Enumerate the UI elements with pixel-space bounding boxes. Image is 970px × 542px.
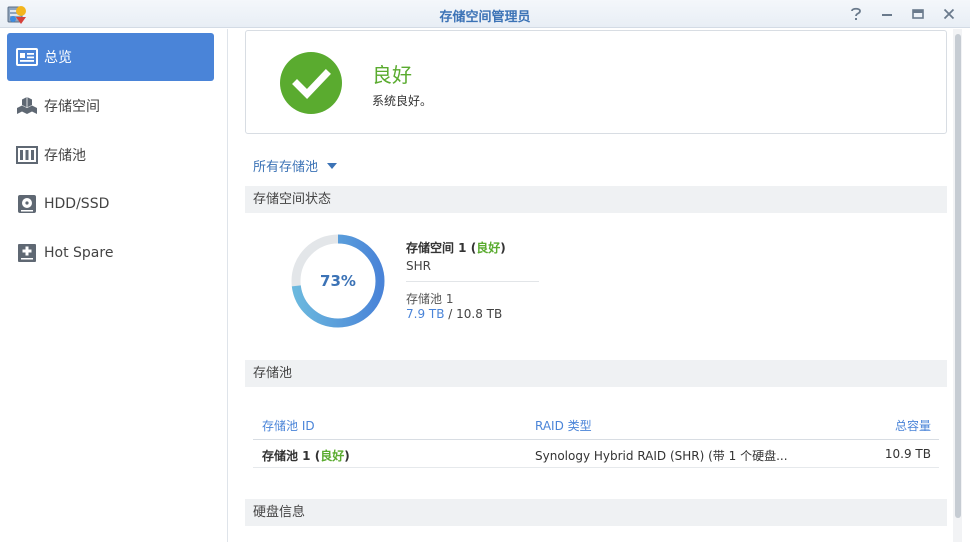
volume-status: 良好 (476, 241, 501, 255)
total-capacity: 10.8 TB (456, 307, 503, 321)
volume-pool: 存储池 1 (406, 292, 454, 306)
paren-close: ) (344, 449, 350, 463)
volume-icon (16, 95, 38, 117)
status-good-indicator (280, 52, 342, 114)
title-bar: 存储空间管理员 (0, 0, 970, 28)
column-header-capacity[interactable]: 总容量 (895, 417, 931, 434)
sidebar-item-label: 总览 (44, 50, 72, 66)
main-content: 良好 系统良好。 所有存储池 存储空间状态 73% 存储空间 1 (良好) SH… (229, 29, 951, 542)
sidebar-item-label: 存储空间 (44, 99, 100, 115)
sidebar-item-label: Hot Spare (44, 245, 114, 261)
table-row[interactable]: 存储池 1 (良好) Synology Hybrid RAID (SHR) (带… (253, 440, 939, 468)
usage-percent: 73% (320, 272, 356, 290)
pool-raid-cell: Synology Hybrid RAID (SHR) (带 1 个硬盘... (535, 449, 788, 463)
sidebar: 总览 存储空间 存储池 HDD/SSD Hot Spare (0, 29, 228, 542)
storage-pool-table: 存储池 ID RAID 类型 总容量 存储池 1 (良好) Synology H… (253, 410, 939, 468)
hot-spare-icon (16, 242, 38, 264)
maximize-icon (912, 9, 924, 19)
divider (406, 281, 539, 282)
disk-info-header: 硬盘信息 (245, 499, 947, 526)
volume-capacity: 7.9 TB / 10.8 TB (406, 307, 502, 321)
minimize-icon (882, 14, 892, 16)
column-header-raid-type[interactable]: RAID 类型 (535, 417, 592, 434)
sidebar-item-label: HDD/SSD (44, 196, 110, 212)
pool-name: 存储池 1 (262, 449, 311, 463)
overview-icon (16, 46, 38, 68)
status-description: 系统良好。 (372, 94, 433, 108)
used-capacity: 7.9 TB (406, 307, 445, 321)
caret-down-icon (327, 162, 338, 169)
close-button[interactable] (939, 4, 959, 24)
minimize-button[interactable] (877, 4, 897, 24)
help-icon (851, 7, 861, 20)
volume-raid-type: SHR (406, 259, 431, 273)
volume-status-header: 存储空间状态 (245, 186, 947, 213)
pool-name-cell: 存储池 1 (良好) (262, 447, 350, 464)
sidebar-item-label: 存储池 (44, 148, 86, 164)
volume-name-text: 存储空间 1 (406, 241, 467, 255)
window-title: 存储空间管理员 (439, 10, 531, 25)
column-header-pool-id[interactable]: 存储池 ID (262, 417, 315, 434)
sidebar-item-overview[interactable]: 总览 (7, 33, 214, 81)
pool-capacity-cell: 10.9 TB (884, 447, 931, 461)
pool-filter-dropdown[interactable]: 所有存储池 (253, 156, 338, 175)
system-status-card: 良好 系统良好。 (245, 30, 947, 134)
sidebar-item-storage-pool[interactable]: 存储池 (7, 131, 214, 179)
sidebar-item-volume[interactable]: 存储空间 (7, 82, 214, 130)
paren-open: ( (466, 241, 477, 255)
close-icon (943, 8, 955, 20)
filter-label: 所有存储池 (253, 160, 319, 175)
sidebar-item-hot-spare[interactable]: Hot Spare (7, 229, 214, 277)
scrollbar-thumb[interactable] (955, 34, 961, 518)
table-header: 存储池 ID RAID 类型 总容量 (253, 410, 939, 440)
checkmark-icon (292, 69, 331, 100)
help-button[interactable] (846, 4, 866, 24)
volume-name[interactable]: 存储空间 1 (良好) (406, 239, 506, 256)
sidebar-item-hdd-ssd[interactable]: HDD/SSD (7, 180, 214, 228)
maximize-button[interactable] (908, 4, 928, 24)
paren-open: ( (310, 449, 321, 463)
storage-pool-header: 存储池 (245, 360, 947, 387)
pool-status: 良好 (320, 449, 345, 463)
hdd-icon (16, 193, 38, 215)
capacity-separator: / (444, 307, 457, 321)
paren-close: ) (500, 241, 506, 255)
storage-pool-icon (16, 144, 38, 166)
status-title: 良好 (372, 63, 412, 87)
